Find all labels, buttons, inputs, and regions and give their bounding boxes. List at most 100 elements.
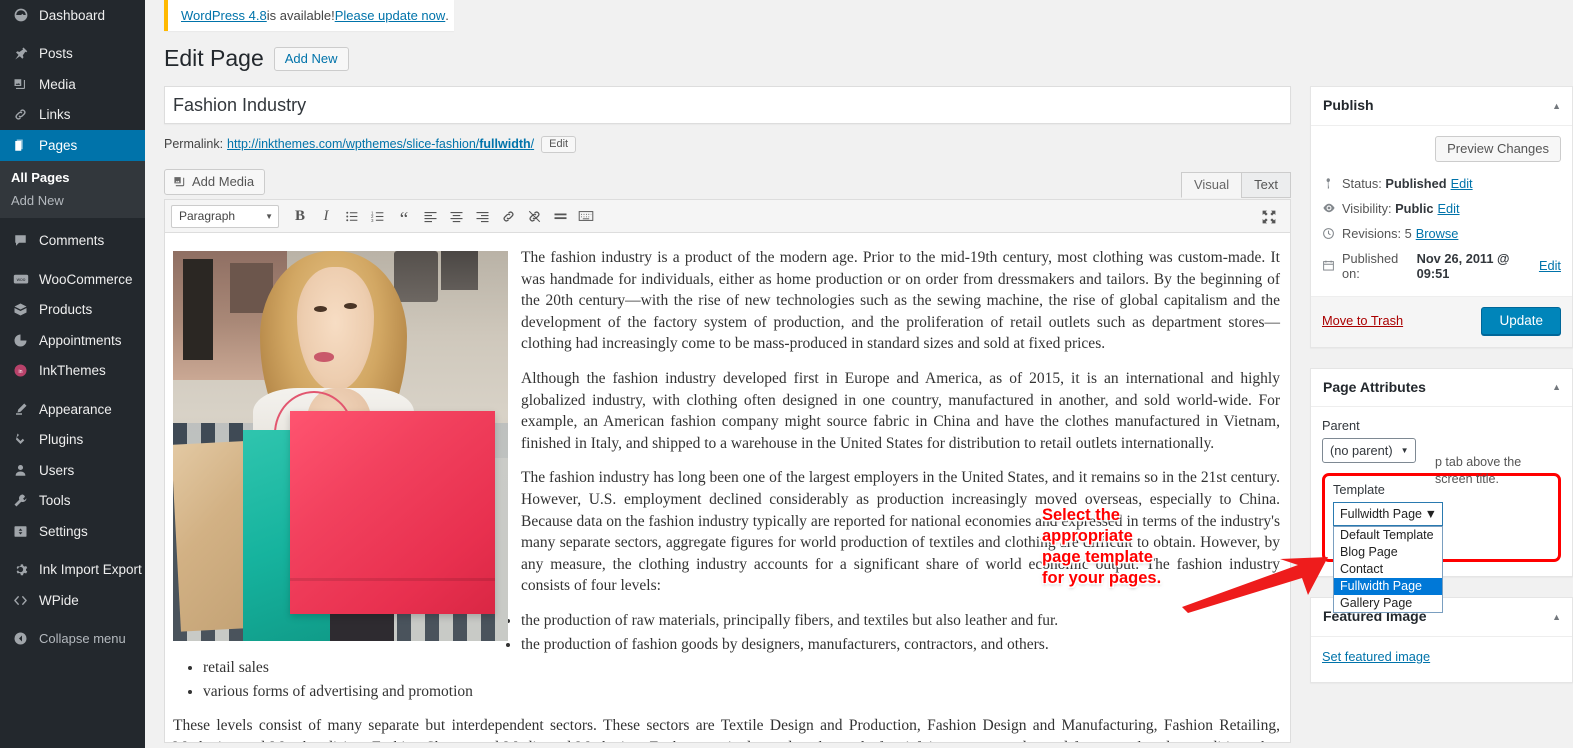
add-media-label: Add Media bbox=[192, 174, 255, 189]
chevron-up-icon[interactable]: ▲ bbox=[1552, 101, 1561, 111]
woocommerce-icon: woo bbox=[11, 270, 30, 289]
settings-icon bbox=[11, 522, 30, 541]
sidebar-item-links[interactable]: Links bbox=[0, 100, 145, 131]
photo-eye-left bbox=[313, 305, 328, 312]
remove-link-icon[interactable] bbox=[521, 203, 547, 229]
tab-text[interactable]: Text bbox=[1241, 172, 1291, 198]
sidebar-item-ink-import-export[interactable]: Ink Import Export bbox=[0, 555, 145, 586]
add-media-button[interactable]: Add Media bbox=[164, 169, 266, 195]
paragraph-format-select[interactable]: Paragraph ▼ bbox=[171, 204, 279, 228]
page-title: Edit Page bbox=[164, 45, 264, 71]
list-item: various forms of advertising and promoti… bbox=[203, 681, 1280, 703]
align-right-icon[interactable] bbox=[469, 203, 495, 229]
visibility-eye-icon bbox=[1322, 201, 1342, 215]
sidebar-item-settings[interactable]: Settings bbox=[0, 516, 145, 547]
link-icon bbox=[11, 105, 30, 124]
insert-link-icon[interactable] bbox=[495, 203, 521, 229]
chevron-up-icon[interactable]: ▲ bbox=[1552, 382, 1561, 392]
read-more-icon[interactable] bbox=[547, 203, 573, 229]
editor-toolbar: Paragraph ▼ B I 123 “ bbox=[165, 200, 1290, 233]
edit-visibility-link[interactable]: Edit bbox=[1438, 201, 1460, 216]
edit-status-link[interactable]: Edit bbox=[1451, 176, 1473, 191]
permalink-suffix: / bbox=[530, 137, 535, 151]
sidebar-item-pages[interactable]: Pages bbox=[0, 130, 153, 161]
blockquote-icon[interactable]: “ bbox=[391, 203, 417, 229]
publish-box-title: Publish bbox=[1323, 97, 1374, 113]
sidebar-item-inkthemes[interactable]: in InkThemes bbox=[0, 356, 145, 387]
wordpress-version-link[interactable]: WordPress 4.8 bbox=[181, 8, 267, 23]
sidebar-item-dashboard[interactable]: Dashboard bbox=[0, 0, 145, 31]
sidebar-item-label: Users bbox=[39, 462, 75, 478]
template-option-default-template[interactable]: Default Template bbox=[1334, 527, 1442, 544]
template-select[interactable]: Fullwidth Page ▼ Default Template Blog P… bbox=[1333, 502, 1443, 614]
browse-revisions-link[interactable]: Browse bbox=[1416, 226, 1459, 241]
collapse-menu-button[interactable]: Collapse menu bbox=[0, 624, 145, 655]
post-title-input[interactable] bbox=[165, 91, 1290, 119]
preview-changes-button[interactable]: Preview Changes bbox=[1435, 135, 1561, 162]
post-status-icon bbox=[1322, 177, 1342, 190]
permalink-label: Permalink: bbox=[164, 137, 224, 151]
sidebar-item-media[interactable]: Media bbox=[0, 69, 145, 100]
photo-door bbox=[183, 258, 214, 361]
page-attributes-body: Parent (no parent) ▼ Template Fullwidth … bbox=[1311, 407, 1572, 614]
sidebar-item-label: Media bbox=[39, 76, 76, 92]
pages-submenu: All Pages Add New bbox=[0, 160, 145, 218]
postbox-container: Publish ▲ Preview Changes Status: Publis… bbox=[1310, 86, 1573, 703]
bulleted-list-icon[interactable] bbox=[339, 203, 365, 229]
users-icon bbox=[11, 461, 30, 480]
sidebar-subitem-label: Add New bbox=[11, 192, 64, 208]
publish-actions: Move to Trash Update bbox=[1311, 295, 1572, 347]
fullscreen-icon[interactable] bbox=[1256, 204, 1282, 230]
page-attributes-header: Page Attributes ▲ bbox=[1311, 369, 1572, 408]
update-notice: WordPress 4.8 is available! Please updat… bbox=[164, 0, 454, 31]
sidebar-item-products[interactable]: Products bbox=[0, 295, 145, 326]
edit-published-date-link[interactable]: Edit bbox=[1539, 258, 1561, 273]
sidebar-item-plugins[interactable]: Plugins bbox=[0, 425, 145, 456]
set-featured-image-link[interactable]: Set featured image bbox=[1322, 649, 1430, 664]
template-option-gallery-page[interactable]: Gallery Page bbox=[1334, 595, 1442, 612]
sidebar-item-add-new-page[interactable]: Add New bbox=[0, 189, 145, 212]
post-body-content: Permalink: http://inkthemes.com/wpthemes… bbox=[164, 86, 1291, 743]
sidebar-item-all-pages[interactable]: All Pages bbox=[0, 166, 145, 189]
sidebar-item-posts[interactable]: Posts bbox=[0, 39, 145, 70]
sidebar-item-appearance[interactable]: Appearance bbox=[0, 394, 145, 425]
svg-text:woo: woo bbox=[16, 278, 25, 283]
add-new-button[interactable]: Add New bbox=[273, 46, 349, 71]
align-left-icon[interactable] bbox=[417, 203, 443, 229]
sidebar-item-label: WPide bbox=[39, 592, 79, 608]
sidebar-item-comments[interactable]: Comments bbox=[0, 226, 145, 257]
media-icon bbox=[173, 175, 187, 189]
sidebar-item-label: Appointments bbox=[39, 332, 122, 348]
sidebar-item-label: Products bbox=[39, 302, 93, 318]
sidebar-item-label: Pages bbox=[39, 137, 78, 153]
sidebar-item-users[interactable]: Users bbox=[0, 455, 145, 486]
move-to-trash-link[interactable]: Move to Trash bbox=[1322, 313, 1403, 328]
italic-icon[interactable]: I bbox=[313, 203, 339, 229]
sidebar-item-wpide[interactable]: WPide bbox=[0, 585, 145, 616]
template-highlight-group: Template Fullwidth Page ▼ Default Templa… bbox=[1322, 455, 1561, 614]
sidebar-item-label: Tools bbox=[39, 493, 71, 509]
sidebar-item-label: Dashboard bbox=[39, 7, 106, 23]
sidebar-item-tools[interactable]: Tools bbox=[0, 486, 145, 517]
permalink-link[interactable]: http://inkthemes.com/wpthemes/slice-fash… bbox=[227, 137, 534, 151]
bold-icon[interactable]: B bbox=[287, 203, 313, 229]
visibility-value: Public bbox=[1395, 200, 1434, 216]
update-now-link[interactable]: Please update now bbox=[335, 8, 446, 23]
numbered-list-icon[interactable]: 123 bbox=[365, 203, 391, 229]
sidebar-item-appointments[interactable]: Appointments bbox=[0, 325, 145, 356]
template-option-blog-page[interactable]: Blog Page bbox=[1334, 544, 1442, 561]
chevron-up-icon[interactable]: ▲ bbox=[1552, 612, 1561, 622]
tab-visual[interactable]: Visual bbox=[1180, 172, 1243, 198]
align-center-icon[interactable] bbox=[443, 203, 469, 229]
editor-content-area[interactable]: The fashion industry is a product of the… bbox=[165, 233, 1290, 742]
paragraph-format-value: Paragraph bbox=[179, 209, 236, 223]
template-select-value-row[interactable]: Fullwidth Page ▼ bbox=[1333, 502, 1443, 527]
sidebar-item-woocommerce[interactable]: woo WooCommerce bbox=[0, 264, 145, 295]
update-button[interactable]: Update bbox=[1481, 306, 1561, 335]
template-option-fullwidth-page[interactable]: Fullwidth Page bbox=[1334, 578, 1442, 596]
toolbar-toggle-icon[interactable] bbox=[573, 203, 599, 229]
content-image[interactable] bbox=[173, 251, 508, 641]
edit-permalink-button[interactable]: Edit bbox=[541, 135, 577, 153]
preview-row: Preview Changes bbox=[1322, 134, 1561, 171]
template-option-contact[interactable]: Contact bbox=[1334, 561, 1442, 578]
